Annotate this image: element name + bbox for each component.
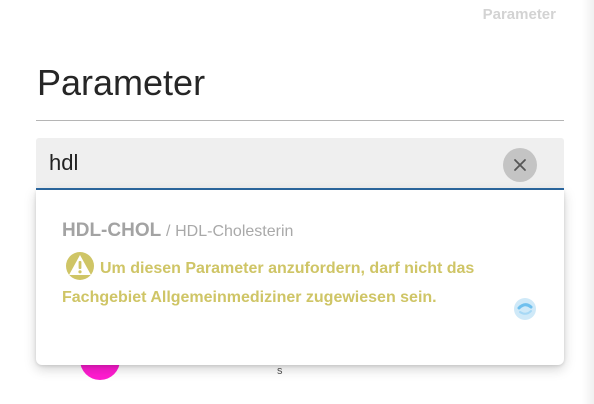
breadcrumb: Parameter bbox=[482, 6, 556, 23]
search-result-item[interactable]: HDL-CHOL / HDL-Cholesterin Um diesen Par… bbox=[62, 220, 542, 330]
search-results-dropdown: HDL-CHOL / HDL-Cholesterin Um diesen Par… bbox=[36, 190, 564, 365]
search-input[interactable] bbox=[36, 138, 496, 188]
result-warning: Um diesen Parameter anzufordern, darf ni… bbox=[62, 251, 542, 312]
side-shadow bbox=[582, 0, 594, 404]
result-title: HDL-CHOL / HDL-Cholesterin bbox=[62, 220, 542, 243]
background-text: s bbox=[277, 365, 283, 377]
warning-text: Um diesen Parameter anzufordern, darf ni… bbox=[62, 260, 475, 306]
title-divider bbox=[36, 120, 564, 121]
loading-spinner-icon bbox=[512, 296, 538, 322]
clear-search-button[interactable] bbox=[503, 148, 537, 182]
warning-triangle-icon bbox=[62, 251, 98, 281]
result-code: HDL-CHOL bbox=[62, 220, 162, 241]
parameter-page: Parameter Parameter s HDL-CHOL / HDL-Cho… bbox=[0, 0, 594, 404]
page-title: Parameter bbox=[37, 62, 206, 103]
result-separator: / bbox=[165, 223, 171, 240]
result-description: HDL-Cholesterin bbox=[175, 223, 294, 240]
search-field bbox=[36, 138, 564, 190]
close-icon bbox=[514, 159, 526, 171]
